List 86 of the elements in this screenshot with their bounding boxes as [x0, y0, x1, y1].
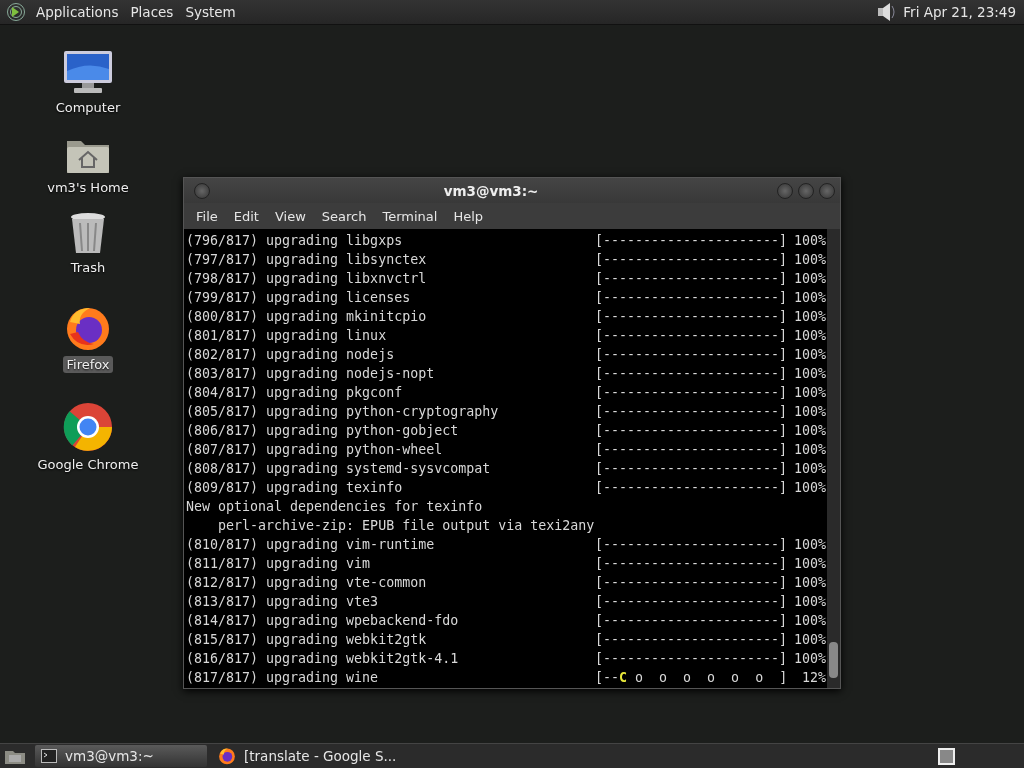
progress-bar-text: [----------------------] — [595, 555, 787, 573]
percent-text: 100% — [792, 441, 826, 459]
percent-text: 100% — [792, 460, 826, 478]
menu-item[interactable]: Search — [313, 208, 375, 224]
progress-bar-text: [----------------------] — [595, 384, 787, 402]
terminal-line: (806/817) upgrading python-gobject — [186, 422, 460, 440]
terminal-line: (816/817) upgrading webkit2gtk-4.1 — [186, 650, 460, 668]
progress-bar-text: [----------------------] — [595, 631, 787, 649]
terminal-line: New optional dependencies for texinfo — [186, 498, 483, 516]
terminal-line: (817/817) upgrading wine — [186, 669, 380, 687]
terminal-line: (800/817) upgrading mkinitcpio — [186, 308, 428, 326]
terminal-line: (809/817) upgrading texinfo — [186, 479, 404, 497]
progress-bar-text: [----------------------] — [595, 422, 787, 440]
terminal-line: (807/817) upgrading python-wheel — [186, 441, 444, 459]
progress-bar-text: [----------------------] — [595, 574, 787, 592]
progress-bar-text: [----------------------] — [595, 441, 787, 459]
terminal-line: (810/817) upgrading vim-runtime — [186, 536, 436, 554]
terminal-line: (812/817) upgrading vte-common — [186, 574, 428, 592]
percent-text: 100% — [792, 232, 826, 250]
progress-bar-text: [----------------------] — [595, 365, 787, 383]
desktop-icon-label[interactable]: vm3's Home — [44, 179, 132, 196]
progress-bar-text: [----------------------] — [595, 650, 787, 668]
progress-bar-text: [--C o o o o o o ] — [595, 669, 787, 687]
percent-text: 100% — [792, 479, 826, 497]
percent-text: 100% — [792, 650, 826, 668]
percent-text: 100% — [792, 631, 826, 649]
panel-menu[interactable]: Applications — [30, 4, 125, 20]
menu-item[interactable]: File — [188, 208, 226, 224]
terminal-line: (796/817) upgrading libgxps — [186, 232, 404, 250]
percent-text: 100% — [792, 308, 826, 326]
percent-text: 100% — [792, 555, 826, 573]
terminal-line: (802/817) upgrading nodejs — [186, 346, 396, 364]
percent-text: 100% — [792, 612, 826, 630]
panel-menu[interactable]: Places — [124, 4, 180, 20]
percent-text: 12% — [800, 669, 826, 687]
progress-bar-text: [----------------------] — [595, 536, 787, 554]
progress-bar-text: [----------------------] — [595, 289, 787, 307]
percent-text: 100% — [792, 593, 826, 611]
menu-item[interactable]: Terminal — [374, 208, 446, 224]
terminal-line: (798/817) upgrading libxnvctrl — [186, 270, 428, 288]
terminal-line: (799/817) upgrading licenses — [186, 289, 412, 307]
desktop-icon-label[interactable]: Firefox — [63, 356, 113, 373]
terminal-line: (803/817) upgrading nodejs-nopt — [186, 365, 436, 383]
progress-bar-text: [----------------------] — [595, 251, 787, 269]
window-title: vm3@vm3:~ — [442, 182, 540, 199]
desktop-icon-label[interactable]: Google Chrome — [34, 456, 142, 473]
terminal-line: (797/817) upgrading libsynctex — [186, 251, 428, 269]
terminal-line: (814/817) upgrading wpebackend-fdo — [186, 612, 460, 630]
terminal-line: (801/817) upgrading linux — [186, 327, 388, 345]
progress-bar-text: [----------------------] — [595, 593, 787, 611]
percent-text: 100% — [792, 327, 826, 345]
percent-text: 100% — [792, 403, 826, 421]
progress-bar-text: [----------------------] — [595, 270, 787, 288]
progress-bar-text: [----------------------] — [595, 479, 787, 497]
terminal-line: (813/817) upgrading vte3 — [186, 593, 380, 611]
desktop-icon-label[interactable]: Computer — [52, 99, 124, 116]
percent-text: 100% — [792, 365, 826, 383]
menu-item[interactable]: Edit — [225, 208, 267, 224]
progress-bar-text: [----------------------] — [595, 460, 787, 478]
terminal-line: (811/817) upgrading vim — [186, 555, 372, 573]
terminal-line: (805/817) upgrading python-cryptography — [186, 403, 500, 421]
terminal-line: (815/817) upgrading webkit2gtk — [186, 631, 428, 649]
taskbar-button[interactable]: [translate - Google S... — [212, 745, 403, 767]
percent-text: 100% — [792, 346, 826, 364]
menu-item[interactable]: Help — [445, 208, 492, 224]
percent-text: 100% — [792, 574, 826, 592]
percent-text: 100% — [792, 422, 826, 440]
terminal-line: (804/817) upgrading pkgconf — [186, 384, 404, 402]
progress-bar-text: [----------------------] — [595, 612, 787, 630]
desktop-icon-label[interactable]: Trash — [67, 259, 109, 276]
panel-menu[interactable]: System — [179, 4, 242, 20]
clock[interactable]: Fri Apr 21, 23:49 — [897, 4, 1024, 20]
taskbar-button[interactable]: vm3@vm3:~ — [35, 745, 207, 767]
menu-item[interactable]: View — [266, 208, 314, 224]
terminal-line: (808/817) upgrading systemd-sysvcompat — [186, 460, 492, 478]
progress-bar-text: [----------------------] — [595, 403, 787, 421]
progress-bar-text: [----------------------] — [595, 232, 787, 250]
percent-text: 100% — [792, 384, 826, 402]
progress-bar-text: [----------------------] — [595, 308, 787, 326]
percent-text: 100% — [792, 270, 826, 288]
percent-text: 100% — [792, 289, 826, 307]
progress-bar-text: [----------------------] — [595, 327, 787, 345]
progress-bar-text: [----------------------] — [595, 346, 787, 364]
percent-text: 100% — [792, 251, 826, 269]
percent-text: 100% — [792, 536, 826, 554]
terminal-line: perl-archive-zip: EPUB file output via texi2any — [217, 517, 595, 535]
